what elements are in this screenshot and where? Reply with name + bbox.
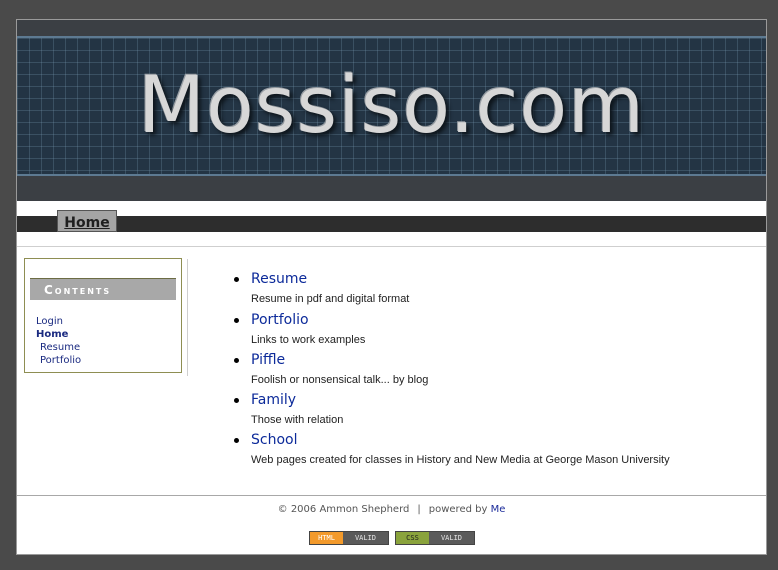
link-piffle[interactable]: Piffle xyxy=(251,351,285,369)
sidebar-link-portfolio[interactable]: Portfolio xyxy=(40,355,81,367)
item-description: Resume in pdf and digital format xyxy=(251,293,410,305)
nav-tab-home[interactable]: Home xyxy=(57,210,117,232)
item-description: Web pages created for classes in History… xyxy=(251,454,670,466)
bullet-icon xyxy=(234,358,239,363)
copyright-text: © 2006 Ammon Shepherd xyxy=(277,504,410,515)
powered-by-text: powered by xyxy=(428,504,488,515)
sidebar-link-home[interactable]: Home xyxy=(36,329,68,341)
footer-text: © 2006 Ammon Shepherd | powered by Me xyxy=(17,503,766,517)
site-banner: Mossiso.com xyxy=(17,20,766,201)
badge-left: HTML xyxy=(310,532,343,544)
item-description: Foolish or nonsensical talk... by blog xyxy=(251,374,429,386)
footer-separator: | xyxy=(417,504,421,515)
sidebar-divider xyxy=(187,259,188,376)
item-description: Those with relation xyxy=(251,414,344,426)
banner-grid: Mossiso.com xyxy=(17,36,766,176)
badge-right: VALID xyxy=(429,532,474,544)
bullet-icon xyxy=(234,277,239,282)
sidebar-link-resume[interactable]: Resume xyxy=(40,342,80,354)
link-school[interactable]: School xyxy=(251,431,297,449)
link-resume[interactable]: Resume xyxy=(251,270,307,288)
link-family[interactable]: Family xyxy=(251,391,296,409)
nav-bar xyxy=(17,216,766,232)
badge-left: CSS xyxy=(396,532,429,544)
nav-divider xyxy=(17,246,766,247)
html-valid-badge[interactable]: HTML VALID xyxy=(309,531,389,545)
sidebar-contents-box: Contents Login Home Resume Portfolio xyxy=(24,258,182,373)
sidebar-heading: Contents xyxy=(30,278,176,300)
link-portfolio[interactable]: Portfolio xyxy=(251,311,309,329)
page-container: Mossiso.com Home Contents Login Home Res… xyxy=(16,19,767,555)
css-valid-badge[interactable]: CSS VALID xyxy=(395,531,475,545)
site-title: Mossiso.com xyxy=(137,61,646,151)
bullet-icon xyxy=(234,438,239,443)
powered-by-link[interactable]: Me xyxy=(491,504,506,515)
sidebar-link-login[interactable]: Login xyxy=(36,316,63,328)
footer-divider xyxy=(17,495,766,496)
bullet-icon xyxy=(234,398,239,403)
badge-right: VALID xyxy=(343,532,388,544)
bullet-icon xyxy=(234,318,239,323)
item-description: Links to work examples xyxy=(251,334,366,346)
